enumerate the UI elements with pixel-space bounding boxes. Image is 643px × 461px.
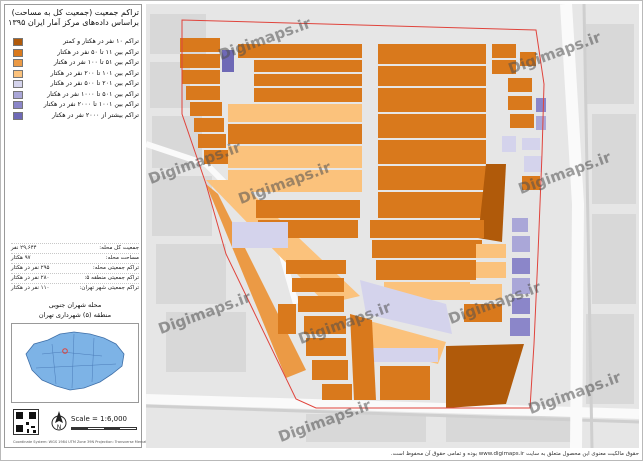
density-map-svg[interactable] (146, 4, 639, 448)
legend-swatch (13, 90, 23, 99)
copyright-footer: حقوق مالکیت معنوی این محصول متعلق به سای… (390, 451, 639, 457)
inset-map-svg (12, 324, 138, 402)
stat-label: تراکم جمعیتی منطقه ۵: (84, 275, 139, 281)
stat-row: جمعیت کل محله: ۲۹,۶۴۴ نفر (11, 243, 139, 253)
stat-label: مساحت محله: (105, 255, 139, 261)
legend-label: تراکم بین ۱۰۰۱ تا ۲۰۰۰ نفر در هکتار (43, 101, 139, 108)
legend-item: تراکم بیشتر از ۲۰۰۰ نفر در هکتار (11, 111, 139, 122)
legend-item: تراکم بین ۲۰۱ تا ۵۰۰ نفر در هکتار (11, 79, 139, 90)
stat-value: ۲۹,۶۴۴ نفر (11, 245, 37, 251)
svg-text:N: N (57, 424, 62, 431)
stat-row: تراکم جمعیتی محله: ۲۹۵ نفر در هکتار (11, 263, 139, 273)
legend-swatch (13, 101, 23, 109)
legend-swatch (13, 38, 23, 46)
legend-item: تراکم بین ۱۰۱ تا ۲۰۰ نفر در هکتار (11, 69, 139, 80)
legend-label: تراکم بین ۱۱ تا ۵۰ نفر در هکتار (57, 48, 139, 56)
legend-swatch (13, 48, 23, 57)
legend-label: تراکم بین ۲۰۱ تا ۵۰۰ نفر در هکتار (50, 80, 139, 87)
legend-swatch (13, 69, 23, 78)
legend-label: تراکم بین ۱۰۱ تا ۲۰۰ نفر در هکتار (50, 69, 139, 77)
stat-value: ۲۹۵ نفر در هکتار (11, 265, 50, 271)
legend-label: تراکم ۱۰ نفر در هکتار و کمتر (63, 38, 139, 45)
projection-note: Coordinate System: WGS 1984 UTM Zone 39N… (13, 440, 151, 444)
scale-bar (71, 427, 137, 430)
legend-label: تراکم بیشتر از ۲۰۰۰ نفر در هکتار (51, 111, 139, 119)
stat-row: مساحت محله: ۹۷ هکتار (11, 253, 139, 263)
stat-value: ۲۸۰ نفر در هکتار (11, 275, 50, 281)
north-arrow-icon: N (51, 411, 67, 431)
legend-item: تراکم ۱۰ نفر در هکتار و کمتر (11, 37, 139, 48)
stat-row: تراکم جمعیتی منطقه ۵: ۲۸۰ نفر در هکتار (11, 273, 139, 283)
stat-label: تراکم جمعیتی محله: (92, 265, 139, 271)
map-furniture: N Scale = 1:6,000 Coordinate System: WGS… (11, 407, 150, 449)
neighborhood-name: محله شهران جنوبی (48, 301, 102, 309)
density-stats: جمعیت کل محله: ۲۹,۶۴۴ نفر مساحت محله: ۹۷ ه… (11, 243, 139, 293)
legend-swatch (13, 59, 23, 67)
legend-label: تراکم بین ۵۰۱ تا ۱۰۰۰ نفر در هکتار (47, 90, 139, 98)
stat-label: جمعیت کل محله: (99, 245, 139, 251)
stat-value: ۹۷ هکتار (11, 255, 31, 261)
legend-swatch (13, 111, 23, 120)
legend-swatch (13, 80, 23, 88)
legend-panel: تراکم جمعیت (جمعیت کل به مساحت) براساس د… (4, 4, 150, 449)
density-legend: تراکم ۱۰ نفر در هکتار و کمتر تراکم بین ۱… (11, 37, 139, 121)
tehran-inset-map (11, 323, 139, 403)
map-subtitle: براساس داده‌های مرکز آمار ایران ۱۳۹۵ (8, 18, 139, 27)
legend-item: تراکم بین ۱۱ تا ۵۰ نفر در هکتار (11, 48, 139, 59)
stat-row: تراکم جمعیتی شهر تهران: ۱۱۰ نفر در هکتار (11, 283, 139, 293)
legend-item: تراکم بین ۵۰۱ تا ۱۰۰۰ نفر در هکتار (11, 90, 139, 101)
legend-item: تراکم بین ۵۱ تا ۱۰۰ نفر در هکتار (11, 58, 139, 69)
map-title: تراکم جمعیت (جمعیت کل به مساحت) (11, 8, 139, 17)
legend-item: تراکم بین ۱۰۰۱ تا ۲۰۰۰ نفر در هکتار (11, 100, 139, 111)
legend-label: تراکم بین ۵۱ تا ۱۰۰ نفر در هکتار (53, 59, 139, 66)
map-canvas[interactable]: Digimaps.ir Digimaps.ir Digimaps.ir Digi… (146, 4, 639, 448)
stat-value: ۱۱۰ نفر در هکتار (11, 285, 50, 291)
stat-label: تراکم جمعیتی شهر تهران: (79, 285, 139, 291)
qr-code-icon (13, 409, 39, 435)
district-name: منطقه (۵) شهرداری تهران (38, 311, 112, 319)
map-scale: Scale = 1:6,000 (71, 415, 127, 423)
